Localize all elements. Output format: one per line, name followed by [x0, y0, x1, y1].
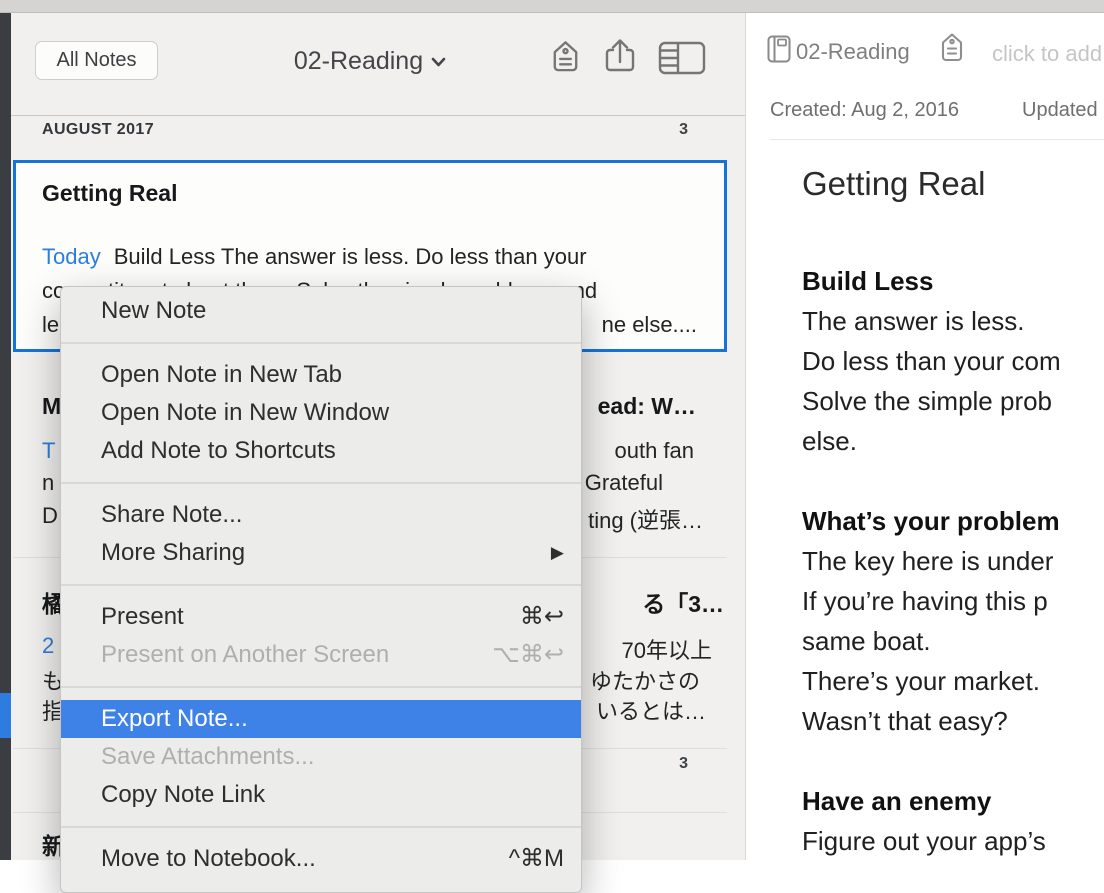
note-line: Have an enemy [802, 781, 1104, 821]
note3-date-fragment: 2 [42, 633, 54, 659]
menu-item-label: Move to Notebook... [101, 845, 316, 872]
note2-line2-fragment-end: Grateful [585, 470, 663, 496]
note-line: There’s your market. [802, 661, 1104, 701]
note-line-blank [802, 741, 1104, 781]
note-line: same boat. [802, 621, 1104, 661]
evernote-window: { "window": { "toolbar": { "back_button"… [0, 0, 1104, 860]
note2-line1-fragment: outh fan [614, 438, 694, 464]
menu-item-new-note[interactable]: New Note [61, 292, 581, 330]
all-notes-button[interactable]: All Notes [35, 41, 158, 80]
chevron-down-icon [431, 45, 446, 74]
notebook-title-dropdown[interactable]: 02-Reading [230, 45, 510, 76]
note2-date-fragment: T [42, 438, 55, 464]
menu-shortcut: ^⌘M [509, 840, 564, 878]
context-menu: New Note Open Note in New Tab Open Note … [60, 286, 582, 893]
menu-item-label: Present on Another Screen [101, 641, 389, 668]
menu-separator [61, 342, 581, 344]
note-line: Figure out your app’s [802, 821, 1104, 860]
note-line: Build Less [802, 261, 1104, 301]
note3-line1-fragment: 70年以上 [622, 633, 712, 665]
note-title[interactable]: Getting Real [802, 165, 985, 203]
note-card-snippet-line3-start: le [42, 312, 59, 338]
tag-icon[interactable] [939, 32, 965, 67]
menu-item-label: Export Note... [101, 705, 248, 732]
menu-separator [61, 584, 581, 586]
menu-item-more-sharing[interactable]: ▶ More Sharing [61, 534, 581, 572]
note3-line3-fragment-end: いるとは… [596, 694, 706, 726]
note-header-divider [770, 139, 1104, 140]
menu-item-move-to-notebook[interactable]: ^⌘M Move to Notebook... [61, 840, 581, 878]
note2-title-fragment-end: ead: W… [598, 393, 696, 420]
note2-line3-fragment-start: D [42, 503, 58, 529]
tag-icon[interactable] [546, 38, 585, 80]
menu-item-label: More Sharing [101, 539, 245, 566]
menu-item-present-on-another-screen: ⌥⌘↩ Present on Another Screen [61, 636, 581, 674]
note-editor-panel: 02-Reading click to add Created: Aug 2, … [746, 13, 1104, 860]
menu-separator [61, 826, 581, 828]
menu-item-label: Add Note to Shortcuts [101, 437, 336, 464]
notebook-title-label: 02-Reading [294, 47, 423, 75]
menu-item-share-note[interactable]: Share Note... [61, 496, 581, 534]
note-card-date: Today [42, 244, 101, 269]
note-line: Solve the simple prob [802, 381, 1104, 421]
menu-item-present[interactable]: ⌘↩ Present [61, 598, 581, 636]
note-card-snippet-text: Build Less The answer is less. Do less t… [114, 244, 587, 269]
note3-title-fragment-end: る「3… [642, 585, 724, 619]
note3-line2-fragment-end: ゆたかさの [590, 664, 700, 696]
menu-item-export-note[interactable]: Export Note... [61, 700, 581, 738]
menu-item-add-note-to-shortcuts[interactable]: Add Note to Shortcuts [61, 432, 581, 470]
menu-item-label: Copy Note Link [101, 781, 265, 808]
menu-item-label: New Note [101, 297, 206, 324]
note-line-blank [802, 461, 1104, 501]
section-note-count: 3 [640, 121, 688, 139]
menu-item-open-note-in-new-window[interactable]: Open Note in New Window [61, 394, 581, 432]
menu-shortcut: ⌥⌘↩ [492, 636, 564, 674]
note-line: else. [802, 421, 1104, 461]
list-header-divider [11, 115, 745, 116]
note-line: The key here is under [802, 541, 1104, 581]
note2-line3-fragment-end: ting (逆張… [588, 503, 703, 535]
menu-item-label: Open Note in New Window [101, 399, 389, 426]
notebook-icon [766, 34, 792, 69]
snippet-view-icon[interactable] [658, 41, 706, 80]
note-card-snippet-line3-end: ne else.... [602, 312, 697, 338]
menu-item-save-attachments: Save Attachments... [61, 738, 581, 776]
note2-line2-fragment-start: n [42, 470, 54, 496]
note-line: If you’re having this p [802, 581, 1104, 621]
note-notebook-chip[interactable]: 02-Reading [796, 39, 910, 65]
note-created-date: Created: Aug 2, 2016 [770, 99, 959, 122]
submenu-arrow-icon: ▶ [551, 534, 564, 572]
note-line: Wasn’t that easy? [802, 701, 1104, 741]
menu-separator [61, 482, 581, 484]
menu-item-label: Save Attachments... [101, 743, 314, 770]
menu-separator [61, 686, 581, 688]
section-header-august-2017: AUGUST 2017 [42, 121, 154, 139]
sidebar-selection-indicator [0, 693, 11, 738]
menu-item-label: Share Note... [101, 501, 242, 528]
note-card-title: Getting Real [42, 180, 177, 207]
menu-item-copy-note-link[interactable]: Copy Note Link [61, 776, 581, 814]
note-line: Do less than your com [802, 341, 1104, 381]
note-card-snippet-line1: Today Build Less The answer is less. Do l… [42, 244, 587, 270]
note2-title-fragment-start: M [42, 393, 61, 420]
add-tags-input-placeholder[interactable]: click to add [992, 41, 1102, 67]
menu-item-open-note-in-new-tab[interactable]: Open Note in New Tab [61, 356, 581, 394]
menu-item-label: Open Note in New Tab [101, 361, 342, 388]
section2-note-count: 3 [640, 755, 688, 773]
menu-item-label: Present [101, 603, 184, 630]
note-line: What’s your problem [802, 501, 1104, 541]
note-line: The answer is less. [802, 301, 1104, 341]
note-updated-date: Updated [1022, 99, 1098, 122]
menu-shortcut: ⌘↩ [520, 598, 564, 636]
window-title-strip [0, 0, 1104, 13]
share-icon[interactable] [600, 35, 640, 82]
note-content[interactable]: Build Less The answer is less. Do less t… [802, 261, 1104, 860]
